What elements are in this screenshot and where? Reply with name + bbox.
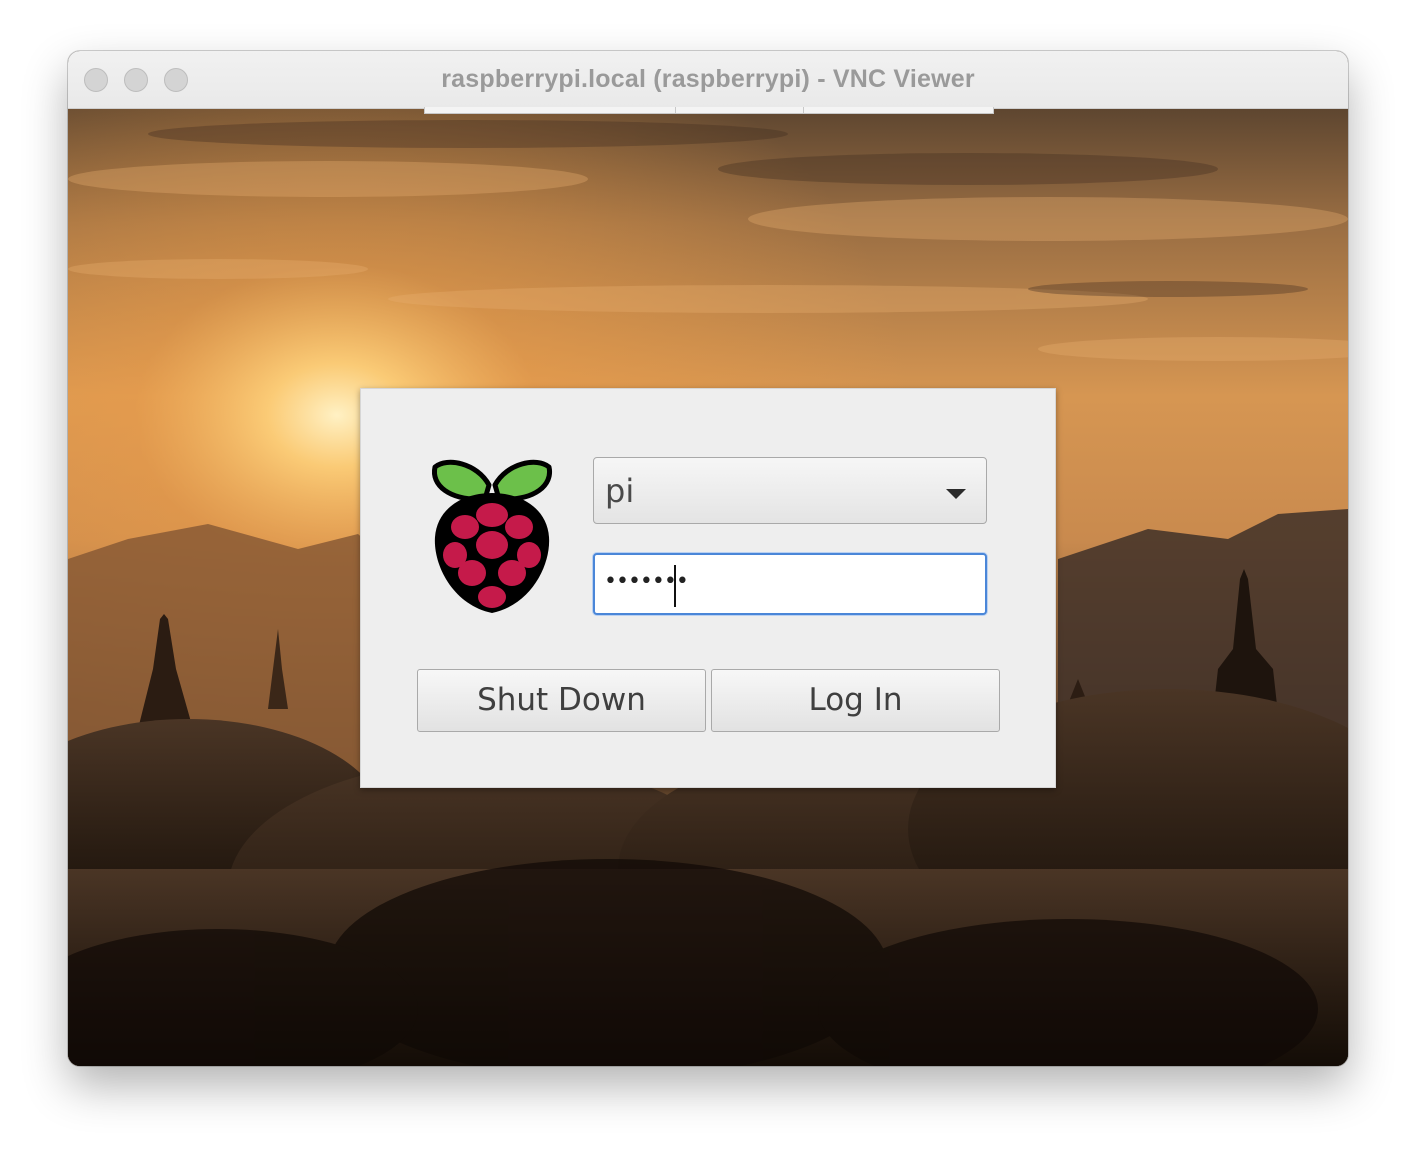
username-dropdown[interactable]: pi xyxy=(593,457,987,524)
window-title: raspberrypi.local (raspberrypi) - VNC Vi… xyxy=(441,65,975,93)
log-in-button[interactable]: Log In xyxy=(711,669,1000,732)
dropdown-arrow-icon[interactable] xyxy=(946,489,966,499)
username-value: pi xyxy=(605,472,635,510)
shut-down-button[interactable]: Shut Down xyxy=(417,669,706,732)
login-dialog: pi ••••••• Shut Down Log In xyxy=(360,388,1056,788)
vnc-viewer-window: raspberrypi.local (raspberrypi) - VNC Vi… xyxy=(68,51,1348,1066)
raspberry-pi-logo-icon xyxy=(431,459,553,613)
text-cursor xyxy=(674,565,676,607)
vnc-toolbar-handle[interactable] xyxy=(424,107,994,114)
password-field[interactable]: ••••••• xyxy=(593,553,987,615)
title-bar[interactable]: raspberrypi.local (raspberrypi) - VNC Vi… xyxy=(68,51,1348,109)
